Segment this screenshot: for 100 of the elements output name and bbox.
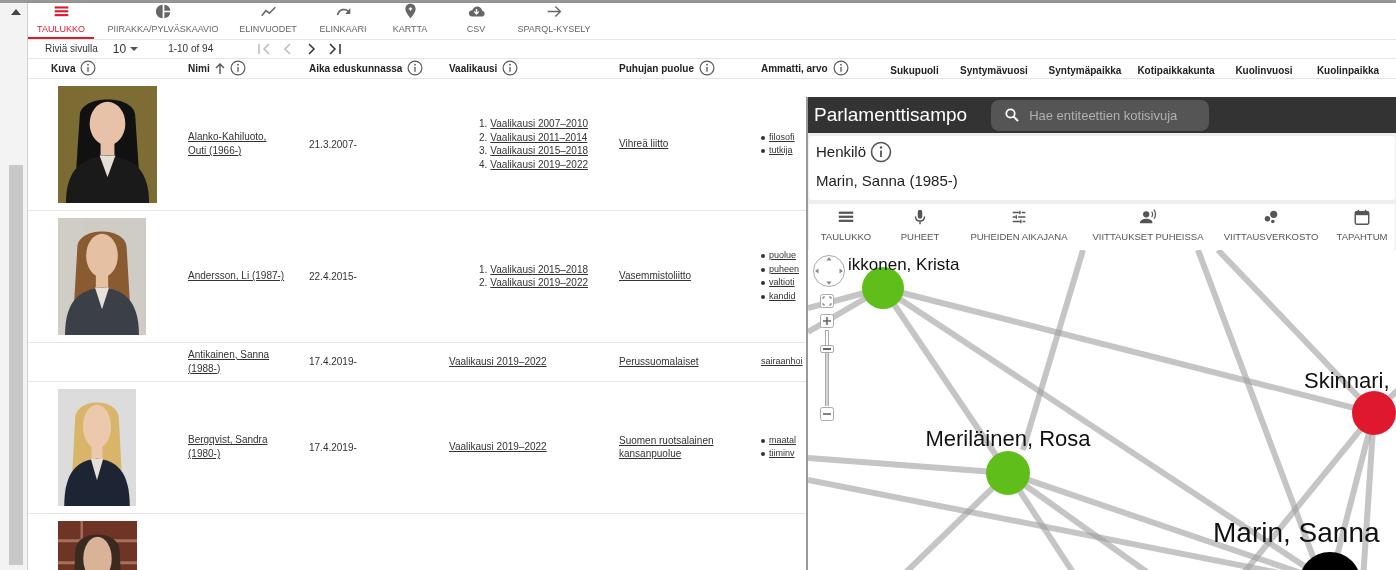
- column-header[interactable]: Kuva: [51, 60, 97, 76]
- tab[interactable]: SPARQL-KYSELY: [514, 3, 594, 39]
- node-label: ikkonen, Krista: [848, 255, 960, 274]
- tab[interactable]: KARTTA: [382, 3, 438, 39]
- rows-per-page-label: Riviä sivulla: [45, 42, 98, 56]
- occupation-link[interactable]: sairaanhoi: [761, 355, 803, 366]
- pie-chart-icon: [154, 3, 172, 20]
- tab[interactable]: TAULUKKO: [809, 204, 883, 250]
- name-link[interactable]: Bergqvist, Sandra (1980-): [188, 433, 299, 461]
- tab[interactable]: TAULUKKO: [28, 3, 94, 39]
- column-header[interactable]: Kuolinvuosi: [1235, 62, 1293, 78]
- node-label: Meriläinen, Rosa: [925, 426, 1091, 451]
- name-link[interactable]: Andersson, Li (1987-): [188, 269, 299, 283]
- scroll-up-icon[interactable]: [11, 9, 21, 15]
- graph-node[interactable]: [1352, 391, 1396, 435]
- occupation-link[interactable]: puolue: [769, 249, 797, 263]
- search-icon: [1005, 108, 1020, 122]
- table-cell: 21.3.2007-: [309, 138, 357, 150]
- tab[interactable]: ELINVUODET: [232, 3, 304, 39]
- column-header[interactable]: Aika eduskunnassa: [309, 60, 424, 76]
- network-graph[interactable]: ikkonen, Krista Meriläinen, Rosa Skinnari, Marin, Sanna: [808, 250, 1396, 570]
- page-range: 1-10 of 94: [168, 42, 214, 56]
- app-title[interactable]: Parlamenttisampo: [814, 100, 968, 130]
- tab[interactable]: PIIRAKKA/PYLVÄSKAAVIO: [94, 3, 232, 39]
- info-icon[interactable]: [229, 60, 246, 76]
- tab[interactable]: VIITTAUSVERKOSTO: [1215, 204, 1327, 250]
- zoom-slider[interactable]: [820, 330, 834, 406]
- column-header[interactable]: Nimi: [188, 60, 246, 76]
- term-link[interactable]: Vaalikausi 2019–2022: [490, 276, 588, 290]
- column-header[interactable]: Syntymäpaikka: [1048, 62, 1122, 78]
- term-link[interactable]: Vaalikausi 2011–2014: [490, 130, 588, 144]
- next-page-icon[interactable]: [305, 42, 318, 55]
- term-link[interactable]: Vaalikausi 2019–2022: [490, 157, 588, 171]
- term-link[interactable]: Vaalikausi 2019–2022: [449, 441, 547, 453]
- graph-node[interactable]: [986, 451, 1030, 495]
- bullet-icon: [761, 254, 765, 258]
- bullet-icon: [761, 438, 765, 443]
- node-label: Skinnari,: [1304, 368, 1390, 393]
- zoom-in-icon[interactable]: [820, 314, 834, 328]
- column-header[interactable]: Kuolinpaikka: [1316, 62, 1380, 78]
- occupation-link[interactable]: tiiminv: [769, 447, 795, 461]
- sort-arrow-icon[interactable]: [214, 62, 225, 74]
- graph-node[interactable]: [1299, 552, 1361, 570]
- table-cell: 22.4.2015-: [309, 270, 357, 282]
- entity-name: Marin, Sanna (1985-): [816, 170, 959, 191]
- tab[interactable]: TAPAHTUM: [1327, 204, 1395, 250]
- column-header[interactable]: Sukupuoli: [890, 62, 939, 78]
- list-number: 1.: [479, 262, 488, 276]
- occupation-link[interactable]: valtioti: [769, 276, 795, 290]
- cloud-download-icon: [467, 3, 485, 20]
- entity-type: Henkilö: [816, 142, 867, 162]
- table-cell: 17.4.2019-: [309, 441, 357, 453]
- column-header[interactable]: Ammatti, arvo: [761, 60, 849, 76]
- name-link[interactable]: Antikainen, Sanna (1988-): [188, 347, 299, 376]
- info-icon[interactable]: [80, 60, 97, 76]
- info-icon[interactable]: [870, 141, 893, 164]
- occupation-link[interactable]: kandid: [769, 289, 796, 303]
- term-link[interactable]: Vaalikausi 2019–2022: [449, 355, 547, 367]
- tab[interactable]: ELINKAARI: [304, 3, 382, 39]
- party-link[interactable]: Perussuomalaiset: [619, 354, 751, 369]
- tab[interactable]: PUHEET: [883, 204, 957, 250]
- rows-per-page-select[interactable]: 10: [112, 39, 139, 58]
- party-link[interactable]: Vasemmistoliitto: [619, 269, 751, 283]
- tab[interactable]: VIITTAUKSET PUHEISSA: [1081, 204, 1215, 250]
- occupation-link[interactable]: tutkija: [769, 144, 793, 158]
- zoom-out-icon[interactable]: [820, 407, 834, 421]
- name-link[interactable]: Alanko-Kahiluoto, Outi (1966-): [188, 130, 299, 158]
- table-cell: 17.4.2019-: [309, 356, 357, 367]
- occupation-link[interactable]: filosofi: [769, 130, 795, 144]
- tab[interactable]: PUHEIDEN AIKAJANA: [957, 204, 1081, 250]
- list-number: 2.: [479, 276, 488, 290]
- term-link[interactable]: Vaalikausi 2007–2010: [490, 117, 588, 131]
- caret-icon: [130, 46, 139, 51]
- column-header[interactable]: Vaalikausi: [449, 60, 519, 76]
- search-field[interactable]: Hae entiteettien kotisivuja: [991, 99, 1210, 131]
- node-label: Marin, Sanna: [1213, 517, 1380, 548]
- party-link[interactable]: Suomen ruotsalainen kansanpuolue: [619, 433, 751, 461]
- list-number: 4.: [479, 157, 488, 171]
- bullet-icon: [761, 452, 765, 456]
- occupation-link[interactable]: puheen: [769, 262, 800, 276]
- last-page-icon[interactable]: [328, 42, 342, 55]
- bullet-icon: [761, 135, 765, 140]
- column-header[interactable]: Puhujan puolue: [619, 60, 715, 76]
- arrow-right-icon: [545, 3, 563, 20]
- occupation-link[interactable]: maatal: [769, 433, 796, 447]
- scrollbar[interactable]: [0, 3, 28, 570]
- column-header[interactable]: Kotipaikkakunta: [1137, 62, 1215, 78]
- bullet-icon: [761, 294, 765, 299]
- zoom-slider-thumb[interactable]: [820, 345, 834, 353]
- tab[interactable]: CSV: [438, 3, 514, 39]
- info-icon[interactable]: [502, 60, 519, 76]
- info-icon[interactable]: [407, 60, 424, 76]
- term-link[interactable]: Vaalikausi 2015–2018: [490, 262, 588, 276]
- list-number: 3.: [479, 144, 488, 158]
- list-number: 2.: [479, 130, 488, 144]
- info-icon[interactable]: [699, 60, 715, 76]
- term-link[interactable]: Vaalikausi 2015–2018: [490, 144, 588, 158]
- party-link[interactable]: Vihreä liitto: [619, 137, 751, 151]
- info-icon[interactable]: [832, 60, 849, 76]
- column-header[interactable]: Syntymävuosi: [960, 62, 1028, 78]
